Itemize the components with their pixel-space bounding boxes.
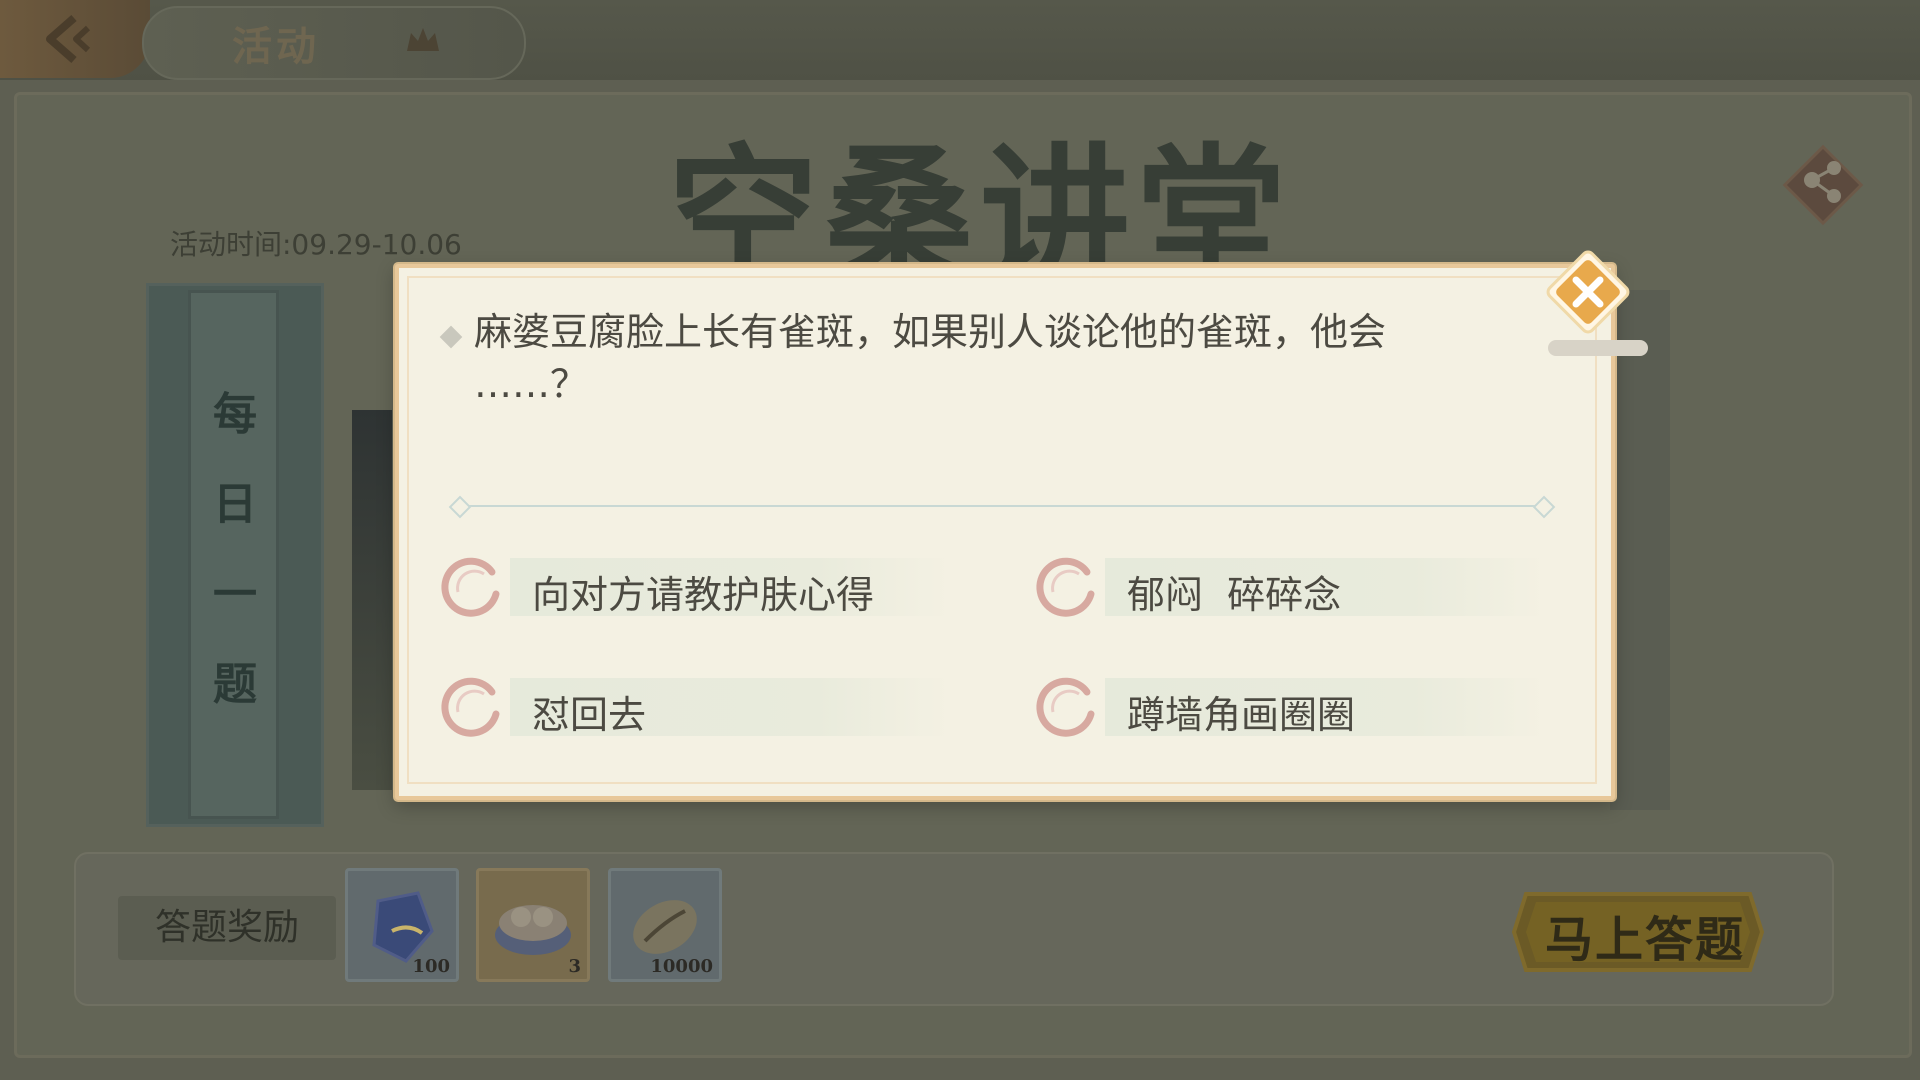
close-button[interactable]: [1540, 244, 1636, 340]
diamond-bullet-icon: [439, 325, 463, 349]
reward-count: 100: [412, 956, 450, 977]
daily-label-char: 一: [213, 569, 257, 620]
daily-label-char: 每: [213, 389, 257, 440]
daily-label-char: 日: [213, 479, 257, 530]
answer-option[interactable]: 郁闷 碎碎念: [1035, 554, 1555, 620]
back-arrow-icon: [46, 14, 91, 64]
answer-option[interactable]: 怼回去: [440, 674, 960, 740]
option-label: 怼回去: [532, 693, 647, 737]
reward-count: 3: [568, 956, 581, 977]
answer-option[interactable]: 蹲墙角画圈圈: [1035, 674, 1555, 740]
question-line: ……？: [474, 362, 589, 406]
close-button-shadow: [1548, 340, 1648, 356]
reward-item[interactable]: 10000: [608, 868, 722, 982]
option-label: 蹲墙角画圈圈: [1127, 693, 1356, 737]
option-label: 向对方请教护肤心得: [532, 573, 875, 617]
answer-option[interactable]: 向对方请教护肤心得: [440, 554, 960, 620]
share-icon[interactable]: [1778, 140, 1868, 230]
reward-label: 答题奖励: [118, 896, 336, 960]
character-illustration: [352, 410, 392, 790]
option-label: 郁闷 碎碎念: [1127, 573, 1342, 617]
reward-item[interactable]: 3: [476, 868, 590, 982]
activity-time: 活动时间:09.29-10.06: [170, 228, 462, 261]
daily-question-scroll-inner: [188, 290, 279, 819]
daily-label-char: 题: [213, 659, 257, 710]
divider: [452, 505, 1546, 507]
back-button[interactable]: [0, 0, 150, 78]
option-radio-icon: [441, 677, 500, 737]
title-pill: [142, 6, 526, 80]
reward-item[interactable]: 100: [345, 868, 459, 982]
start-quiz-label: 马上答题: [1545, 912, 1746, 968]
crown-icon[interactable]: [405, 25, 441, 53]
question-text: 麻婆豆腐脸上长有雀斑，如果别人谈论他的雀斑，他会 ……？: [474, 306, 1494, 410]
option-radio-icon: [441, 557, 500, 617]
page-title: 活动: [232, 24, 320, 70]
option-radio-icon: [1036, 677, 1095, 737]
question-line: 麻婆豆腐脸上长有雀斑，如果别人谈论他的雀斑，他会: [474, 310, 1387, 354]
reward-count: 10000: [650, 956, 713, 977]
option-radio-icon: [1036, 557, 1095, 617]
screen-panel-decoration: [1610, 290, 1670, 810]
